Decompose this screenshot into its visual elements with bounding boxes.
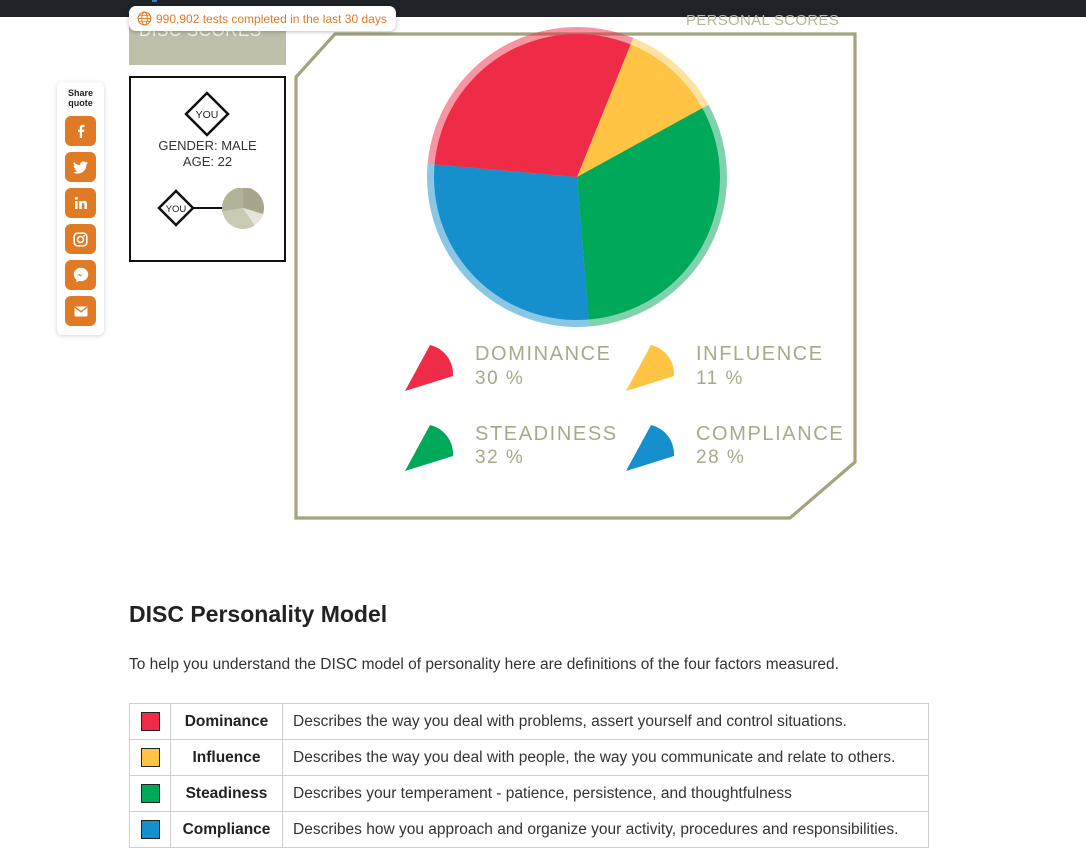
disc-model-intro: To help you understand the DISC model of… bbox=[129, 656, 839, 673]
share-twitter-button[interactable] bbox=[65, 152, 96, 182]
dominance-wedge-icon bbox=[405, 345, 454, 391]
facebook-icon bbox=[77, 124, 84, 138]
twitter-icon bbox=[73, 160, 88, 174]
steadiness-wedge-icon bbox=[405, 425, 454, 471]
email-icon bbox=[74, 306, 87, 316]
profile-card: YOU GENDER: MALE AGE: 22 YOU bbox=[129, 76, 286, 262]
legend-compliance-name: COMPLIANCE bbox=[696, 423, 845, 445]
personal-scores-header: PERSONAL SCORES bbox=[686, 12, 840, 29]
legend-influence-percent: 11 % bbox=[696, 368, 744, 389]
factor-description: Describes your temperament - patience, p… bbox=[282, 775, 929, 812]
top-bar-indicator bbox=[152, 0, 157, 2]
influence-wedge-icon bbox=[626, 345, 675, 391]
tests-counter-text: 990,902 tests completed in the last 30 d… bbox=[156, 11, 387, 26]
legend-steadiness-percent: 32 % bbox=[475, 447, 525, 468]
compliance-wedge-icon bbox=[626, 425, 675, 471]
you-marker-icon: YOU bbox=[184, 91, 230, 137]
table-row: Steadiness Describes your temperament - … bbox=[129, 775, 929, 812]
factor-name: Steadiness bbox=[170, 775, 283, 812]
disc-factors-table: Dominance Describes the way you deal wit… bbox=[129, 703, 929, 848]
legend-compliance bbox=[621, 420, 681, 485]
share-panel: Share quote bbox=[57, 82, 104, 335]
instagram-icon bbox=[73, 231, 88, 247]
share-linkedin-button[interactable] bbox=[65, 188, 96, 218]
share-messenger-button[interactable] bbox=[65, 260, 96, 290]
legend-compliance-percent: 28 % bbox=[696, 447, 746, 468]
table-row: Compliance Describes how you approach an… bbox=[129, 811, 929, 848]
influence-swatch bbox=[140, 748, 160, 767]
share-title: Share quote bbox=[67, 88, 93, 108]
legend-dominance-percent: 30 % bbox=[475, 368, 525, 389]
svg-text:YOU: YOU bbox=[166, 204, 187, 215]
legend-steadiness bbox=[400, 420, 460, 485]
legend-influence-name: INFLUENCE bbox=[696, 343, 824, 365]
legend-influence bbox=[621, 340, 681, 405]
share-email-button[interactable] bbox=[65, 296, 96, 326]
factor-description: Describes the way you deal with people, … bbox=[282, 739, 929, 776]
table-row: Influence Describes the way you deal wit… bbox=[129, 739, 929, 776]
disc-pie-chart bbox=[427, 26, 727, 327]
factor-name: Dominance bbox=[170, 703, 283, 740]
dominance-swatch bbox=[140, 712, 160, 731]
compliance-swatch bbox=[140, 820, 160, 839]
mini-pie-slice-d bbox=[222, 188, 243, 212]
legend-dominance-name: DOMINANCE bbox=[475, 343, 612, 365]
share-facebook-button[interactable] bbox=[65, 116, 96, 146]
steadiness-swatch bbox=[140, 784, 160, 803]
factor-name: Compliance bbox=[170, 811, 283, 848]
you-mini-chart: YOU bbox=[157, 188, 264, 229]
tests-counter-badge: 990,902 tests completed in the last 30 d… bbox=[129, 6, 396, 31]
factor-description: Describes how you approach and organize … bbox=[282, 811, 929, 848]
linkedin-icon bbox=[74, 196, 87, 209]
disc-model-title: DISC Personality Model bbox=[129, 601, 388, 627]
profile-gender: GENDER: MALE bbox=[158, 138, 257, 153]
messenger-icon bbox=[73, 267, 88, 283]
factor-name: Influence bbox=[170, 739, 283, 776]
globe-icon bbox=[137, 11, 152, 26]
svg-text:YOU: YOU bbox=[196, 109, 219, 121]
profile-age: AGE: 22 bbox=[182, 154, 233, 169]
table-row: Dominance Describes the way you deal wit… bbox=[129, 703, 929, 740]
mini-pie-icon bbox=[222, 188, 264, 229]
factor-description: Describes the way you deal with problems… bbox=[282, 703, 929, 740]
legend-steadiness-name: STEADINESS bbox=[475, 423, 618, 445]
share-instagram-button[interactable] bbox=[65, 224, 96, 254]
personal-scores-panel bbox=[294, 26, 857, 520]
legend-dominance bbox=[400, 340, 460, 405]
